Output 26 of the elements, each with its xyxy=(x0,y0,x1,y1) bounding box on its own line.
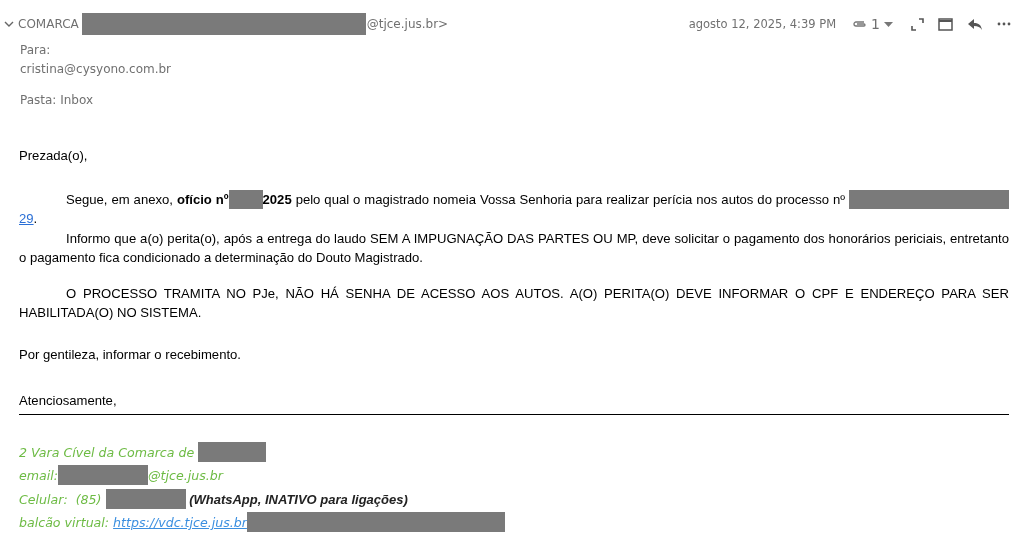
paragraph: Segue, em anexo, ofício nº 2025 pelo qual o magistrado nomeia Vossa Senhoria para realizar perícia nos autos do processo nº 29. xyxy=(19,189,1009,229)
signature-line: email: @tjce.jus.br xyxy=(19,464,1009,488)
recipient-label: Para: xyxy=(20,42,52,59)
signature-line: Celular: (85) (WhatsApp, INATIVO para ligações) xyxy=(19,487,1009,512)
link[interactable]: https://vdc.tjce.jus.br xyxy=(113,515,247,531)
reply-icon[interactable] xyxy=(967,17,983,31)
folder-label: Pasta: Inbox xyxy=(20,92,95,109)
closing-text: Atenciosamente, xyxy=(19,392,118,410)
signature-line: balcão virtual: https://vdc.tjce.jus.br xyxy=(19,511,1009,535)
paragraph: O PROCESSO TRAMITA NO PJe, NÃO HÁ SENHA DE ACESSO AOS AUTOS. A(O) PERITA(O) DEVE INFORMAR O CPF E ENDEREÇO PARA SER HABILITADA(O) NO SISTEMA. xyxy=(19,284,1009,322)
window-icon[interactable] xyxy=(938,17,953,31)
date: agosto 12, 2025, 4:39 PM xyxy=(688,17,837,31)
sender: COMARCA @tjce.jus.br> xyxy=(18,13,449,35)
signature-line: 2 Vara Cível da Comarca de xyxy=(19,440,1009,465)
more-icon[interactable] xyxy=(997,22,1011,26)
expand-icon[interactable] xyxy=(911,17,924,31)
link[interactable]: 29 xyxy=(19,211,34,226)
redaction-block xyxy=(198,441,267,462)
recipient-address: cristina@cysyono.com.br xyxy=(20,61,173,78)
redaction-block xyxy=(228,189,263,209)
caret-icon xyxy=(884,21,893,27)
paragraph: Por gentileza, informar o recebimento. xyxy=(19,345,242,364)
paragraph: Informo que a(o) perita(o), após a entrega do laudo SEM A IMPUGNAÇÃO DAS PARTES OU MP, deve solicitar o pagamento dos honorários periciais, entretanto o pagamento fica condicionado a determinação do Douto Magistrado. xyxy=(19,229,1009,267)
chevron-down-icon[interactable] xyxy=(4,20,14,28)
attachment-button[interactable]: 1 xyxy=(852,16,893,32)
paragraph: Prezada(o), xyxy=(19,147,89,165)
